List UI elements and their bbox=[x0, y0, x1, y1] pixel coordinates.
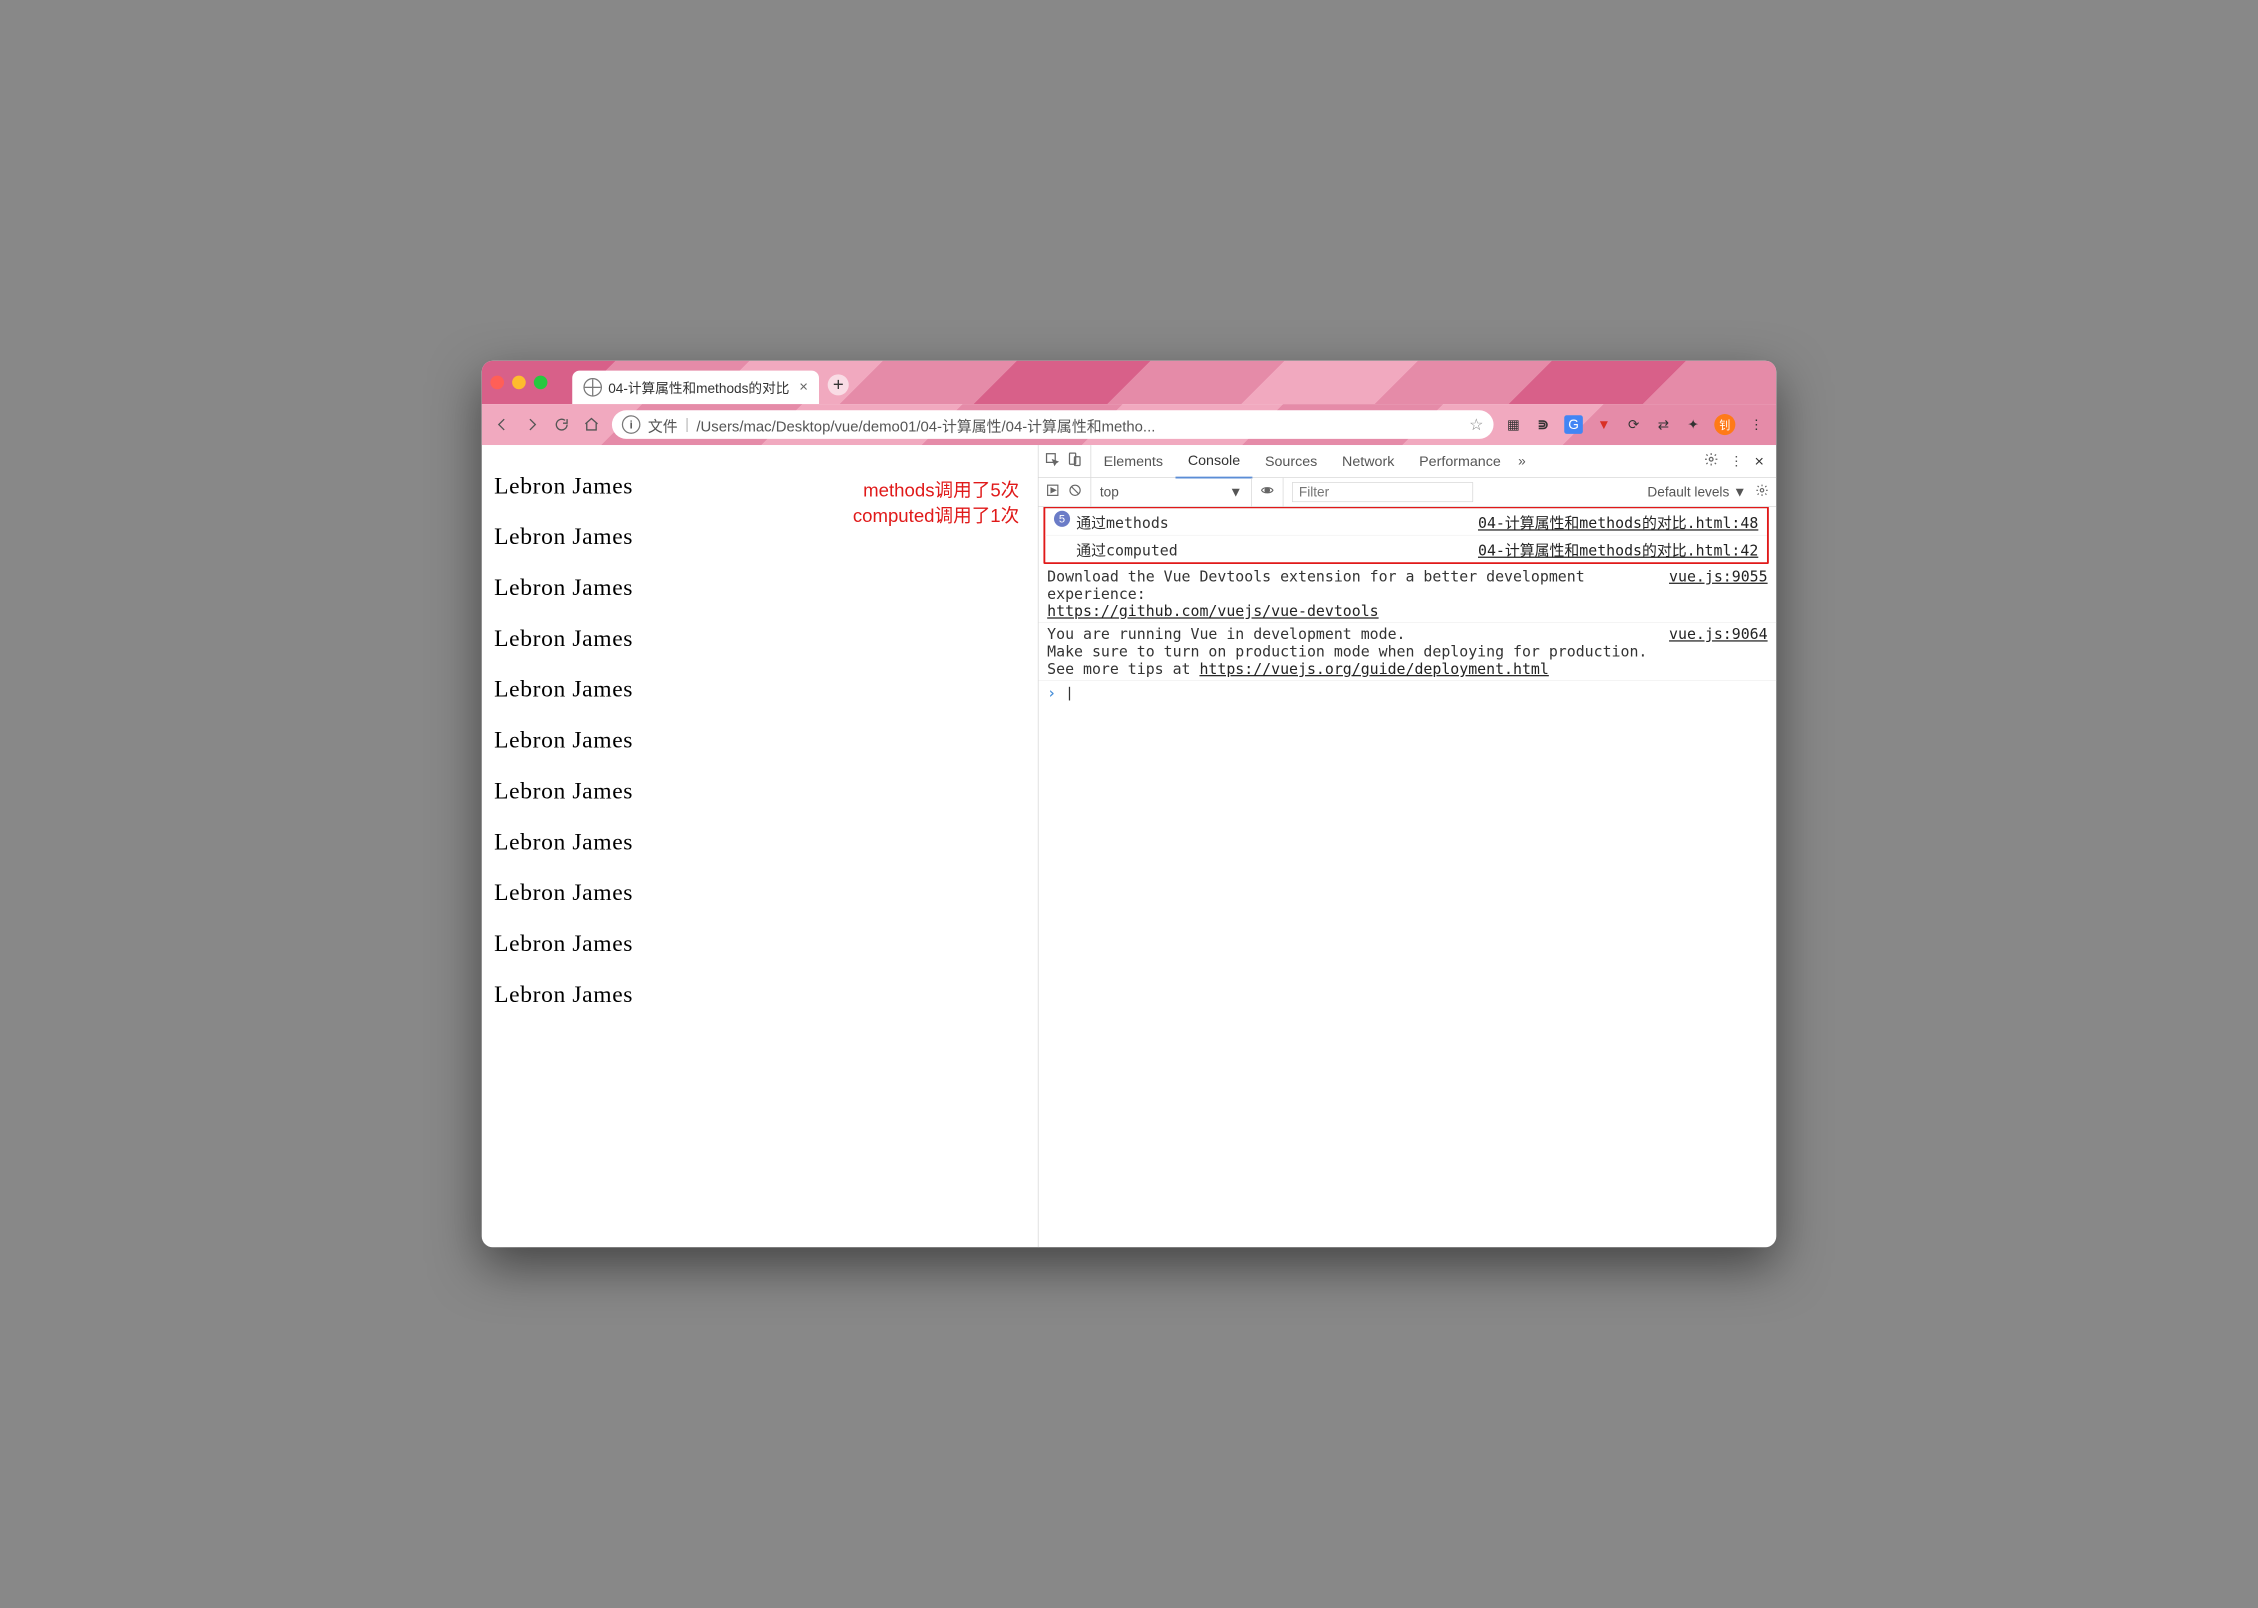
page-heading: Lebron James bbox=[494, 625, 1025, 652]
address-bar[interactable]: i 文件 | /Users/mac/Desktop/vue/demo01/04-… bbox=[612, 410, 1494, 439]
bookmark-icon[interactable]: ☆ bbox=[1469, 415, 1483, 434]
site-info-icon[interactable]: i bbox=[622, 415, 641, 434]
console-settings-icon[interactable] bbox=[1755, 483, 1769, 500]
close-tab-icon[interactable]: × bbox=[799, 379, 808, 396]
forward-button[interactable] bbox=[523, 415, 542, 434]
devtools-settings-icon[interactable] bbox=[1697, 452, 1724, 471]
browser-window: 04-计算属性和methods的对比 × + i 文件 | /Users/mac… bbox=[482, 361, 1777, 1248]
highlighted-log-group: 5 通过methods 04-计算属性和methods的对比.html:48 通… bbox=[1043, 507, 1768, 564]
shield-extension-icon[interactable]: ▼ bbox=[1595, 416, 1612, 433]
tab-strip: 04-计算属性和methods的对比 × + bbox=[482, 361, 1777, 404]
page-heading: Lebron James bbox=[494, 930, 1025, 957]
tab-sources[interactable]: Sources bbox=[1253, 445, 1330, 477]
minimize-window-icon[interactable] bbox=[512, 376, 526, 390]
chevron-down-icon: ▼ bbox=[1733, 484, 1747, 500]
log-source-link[interactable]: vue.js:9064 bbox=[1669, 625, 1768, 642]
page-heading: Lebron James bbox=[494, 727, 1025, 754]
browser-tab[interactable]: 04-计算属性和methods的对比 × bbox=[572, 371, 819, 404]
console-row[interactable]: You are running Vue in development mode.… bbox=[1038, 623, 1776, 681]
log-link[interactable]: https://github.com/vuejs/vue-devtools bbox=[1047, 603, 1378, 620]
toolbar: i 文件 | /Users/mac/Desktop/vue/demo01/04-… bbox=[482, 404, 1777, 445]
log-source-link[interactable]: 04-计算属性和methods的对比.html:48 bbox=[1478, 511, 1758, 533]
console-row[interactable]: Download the Vue Devtools extension for … bbox=[1038, 565, 1776, 623]
maximize-window-icon[interactable] bbox=[534, 376, 548, 390]
live-expression-icon[interactable] bbox=[1260, 483, 1274, 500]
url-path: /Users/mac/Desktop/vue/demo01/04-计算属性/04… bbox=[696, 414, 1461, 436]
new-tab-button[interactable]: + bbox=[828, 374, 849, 395]
console-prompt[interactable]: › bbox=[1038, 681, 1776, 706]
content-area: methods调用了5次 computed调用了1次 Lebron James L… bbox=[482, 445, 1777, 1247]
page-heading: Lebron James bbox=[494, 676, 1025, 703]
tab-performance[interactable]: Performance bbox=[1407, 445, 1513, 477]
log-link[interactable]: https://vuejs.org/guide/deployment.html bbox=[1199, 660, 1548, 677]
log-source-link[interactable]: 04-计算属性和methods的对比.html:42 bbox=[1478, 538, 1758, 560]
qr-extension-icon[interactable]: ▦ bbox=[1505, 416, 1522, 433]
globe-icon bbox=[583, 378, 602, 397]
vpn-extension-icon[interactable]: ⇄ bbox=[1655, 416, 1672, 433]
devtools-extension-icon[interactable]: ⋑ bbox=[1534, 416, 1551, 433]
sync-extension-icon[interactable]: ⟳ bbox=[1625, 416, 1642, 433]
devtools-close-icon[interactable]: × bbox=[1748, 452, 1770, 471]
rendered-page: methods调用了5次 computed调用了1次 Lebron James L… bbox=[482, 445, 1038, 1247]
page-heading: Lebron James bbox=[494, 574, 1025, 601]
close-window-icon[interactable] bbox=[490, 376, 504, 390]
devtools-panel: Elements Console Sources Network Perform… bbox=[1038, 445, 1776, 1247]
log-message: Download the Vue Devtools extension for … bbox=[1047, 568, 1663, 620]
devtools-tabbar: Elements Console Sources Network Perform… bbox=[1038, 445, 1776, 478]
log-level-selector[interactable]: Default levels ▼ bbox=[1647, 484, 1746, 500]
overflow-menu-icon[interactable]: ⋮ bbox=[1748, 416, 1765, 433]
repeat-count-badge: 5 bbox=[1054, 511, 1070, 527]
extensions: ▦ ⋑ G ▼ ⟳ ⇄ ✦ 钊 ⋮ bbox=[1505, 414, 1765, 435]
console-play-icon[interactable] bbox=[1046, 483, 1060, 500]
tab-network[interactable]: Network bbox=[1330, 445, 1407, 477]
log-source-link[interactable]: vue.js:9055 bbox=[1669, 568, 1768, 585]
home-button[interactable] bbox=[582, 415, 601, 434]
filter-input[interactable] bbox=[1292, 482, 1473, 502]
log-message: You are running Vue in development mode.… bbox=[1047, 625, 1663, 677]
page-heading: Lebron James bbox=[494, 777, 1025, 804]
page-heading: Lebron James bbox=[494, 981, 1025, 1008]
page-heading: Lebron James bbox=[494, 879, 1025, 906]
profile-avatar[interactable]: 钊 bbox=[1714, 414, 1735, 435]
console-clear-icon[interactable] bbox=[1068, 483, 1082, 500]
annotation: methods调用了5次 computed调用了1次 bbox=[853, 479, 1019, 529]
window-controls bbox=[490, 376, 547, 390]
reload-button[interactable] bbox=[552, 415, 571, 434]
annotation-line: computed调用了1次 bbox=[853, 504, 1019, 529]
url-scheme: 文件 bbox=[648, 414, 678, 436]
console-row[interactable]: 通过computed 04-计算属性和methods的对比.html:42 bbox=[1045, 536, 1767, 563]
console-row[interactable]: 5 通过methods 04-计算属性和methods的对比.html:48 bbox=[1045, 508, 1767, 535]
tab-console[interactable]: Console bbox=[1175, 444, 1252, 478]
console-toolbar: top ▼ Default levels ▼ bbox=[1038, 478, 1776, 507]
device-toggle-icon[interactable] bbox=[1067, 452, 1082, 471]
tab-elements[interactable]: Elements bbox=[1091, 445, 1175, 477]
translate-extension-icon[interactable]: G bbox=[1564, 415, 1583, 434]
context-selector[interactable]: top ▼ bbox=[1100, 484, 1243, 500]
log-message: 通过computed bbox=[1076, 538, 1472, 560]
console-output: 5 通过methods 04-计算属性和methods的对比.html:48 通… bbox=[1038, 507, 1776, 1247]
chevron-down-icon: ▼ bbox=[1229, 484, 1243, 500]
annotation-line: methods调用了5次 bbox=[853, 479, 1019, 504]
back-button[interactable] bbox=[493, 415, 512, 434]
page-heading: Lebron James bbox=[494, 828, 1025, 855]
log-message: 通过methods bbox=[1076, 511, 1472, 533]
devtools-menu-icon[interactable]: ⋮ bbox=[1725, 453, 1749, 469]
inspect-element-icon[interactable] bbox=[1045, 452, 1060, 471]
tabs-overflow-icon[interactable]: » bbox=[1513, 453, 1531, 469]
puzzle-extension-icon[interactable]: ✦ bbox=[1685, 416, 1702, 433]
tab-title: 04-计算属性和methods的对比 bbox=[608, 377, 789, 397]
